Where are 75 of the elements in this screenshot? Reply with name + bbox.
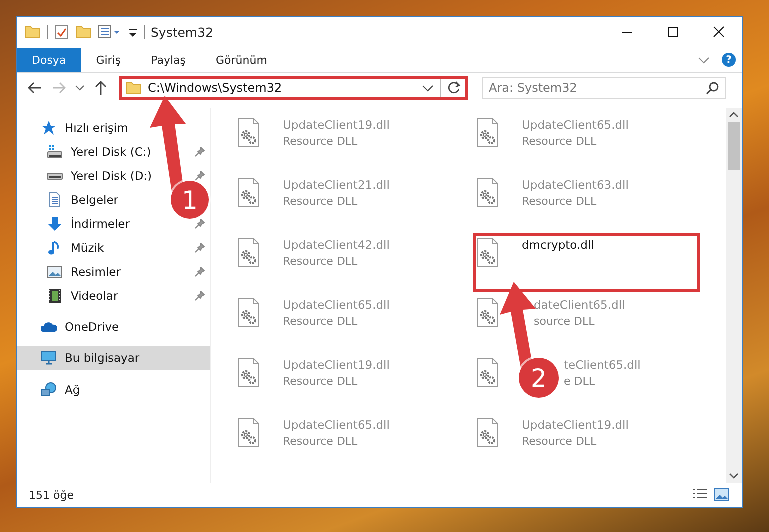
large-icons-view-icon[interactable] [714, 488, 730, 502]
sidebar-item[interactable]: Hızlı erişim [17, 116, 134, 140]
file-type: Resource DLL [283, 375, 358, 388]
ribbon-tab[interactable]: Paylaş [136, 48, 201, 72]
gear-file-icon[interactable] [476, 238, 500, 268]
sidebar-item[interactable]: Müzik [17, 236, 110, 260]
scrollbar[interactable] [726, 108, 742, 483]
gear-file-icon[interactable] [237, 358, 261, 388]
file-type: Resource DLL [283, 435, 358, 448]
pin-icon[interactable] [195, 291, 205, 301]
gear-file-icon[interactable] [476, 358, 500, 388]
file-type: Resource DLL [522, 135, 597, 148]
gear-file-icon[interactable] [476, 178, 500, 208]
sidebar-item[interactable]: Belgeler [17, 188, 125, 212]
picture-icon [47, 264, 63, 280]
sidebar-item[interactable]: Bu bilgisayar [17, 346, 210, 370]
file-type: Resource DLL [283, 195, 358, 208]
pin-icon[interactable] [195, 267, 205, 277]
checklist-icon[interactable] [54, 24, 70, 40]
document-icon [47, 192, 63, 208]
pin-icon[interactable] [195, 243, 205, 253]
ribbon-tab[interactable]: Görünüm [201, 48, 282, 72]
file-type: Resource DLL [283, 135, 358, 148]
file-type: Resource DLL [522, 435, 597, 448]
network-icon [41, 382, 57, 398]
pin-icon[interactable] [195, 219, 205, 229]
down-arrow-icon [47, 216, 63, 232]
folder-icon [126, 80, 142, 96]
scroll-up-icon[interactable] [729, 112, 739, 118]
up-arrow-icon[interactable] [93, 80, 109, 96]
sidebar-item[interactable]: Resimler [17, 260, 127, 284]
sidebar-item[interactable]: Ağ [17, 378, 86, 402]
file-type: e DLL [564, 375, 595, 388]
search-icon[interactable] [706, 81, 720, 95]
scroll-down-icon[interactable] [729, 473, 739, 479]
monitor-icon [41, 350, 57, 366]
maximize-icon[interactable] [667, 26, 679, 38]
sidebar-item[interactable]: Yerel Disk (D:) [17, 164, 158, 188]
properties-icon[interactable] [98, 24, 122, 40]
ribbon-tab[interactable]: Dosya [17, 48, 82, 72]
file-name[interactable]: dmcrypto.dll [522, 238, 594, 252]
refresh-icon[interactable] [447, 81, 461, 95]
star-icon [41, 120, 57, 136]
file-type: Resource DLL [283, 255, 358, 268]
sidebar-item[interactable]: Yerel Disk (C:) [17, 140, 158, 164]
gear-file-icon[interactable] [237, 118, 261, 148]
close-icon[interactable] [713, 26, 725, 38]
file-type: Resource DLL [283, 315, 358, 328]
gear-file-icon[interactable] [476, 118, 500, 148]
film-icon [47, 288, 63, 304]
back-arrow-icon[interactable] [27, 80, 43, 96]
gear-file-icon[interactable] [237, 298, 261, 328]
sidebar-item[interactable]: Videolar [17, 284, 124, 308]
gear-file-icon[interactable] [476, 298, 500, 328]
gear-file-icon[interactable] [237, 418, 261, 448]
minimize-icon[interactable] [621, 30, 633, 34]
sidebar-item[interactable]: İndirmeler [17, 212, 136, 236]
item-count: 151 öğe [29, 488, 74, 502]
window-title: System32 [151, 24, 214, 40]
address-path: C:\Windows\System32 [148, 81, 284, 95]
sidebar-item[interactable]: OneDrive [17, 315, 126, 339]
address-bar[interactable]: C:\Windows\System32 [119, 76, 468, 100]
search-field[interactable]: Ara: System32 [482, 77, 726, 99]
drive-icon [47, 172, 63, 180]
gear-file-icon[interactable] [237, 238, 261, 268]
drive-icon [47, 144, 63, 160]
scroll-thumb[interactable] [728, 122, 740, 170]
gear-file-icon[interactable] [237, 178, 261, 208]
file-type: source DLL [534, 315, 595, 328]
ribbon-tab[interactable]: Giriş [81, 48, 136, 72]
gear-file-icon[interactable] [476, 418, 500, 448]
pin-icon[interactable] [195, 171, 205, 181]
pin-icon[interactable] [195, 147, 205, 157]
file-type: Resource DLL [522, 195, 597, 208]
help-button[interactable]: ? [722, 53, 736, 67]
